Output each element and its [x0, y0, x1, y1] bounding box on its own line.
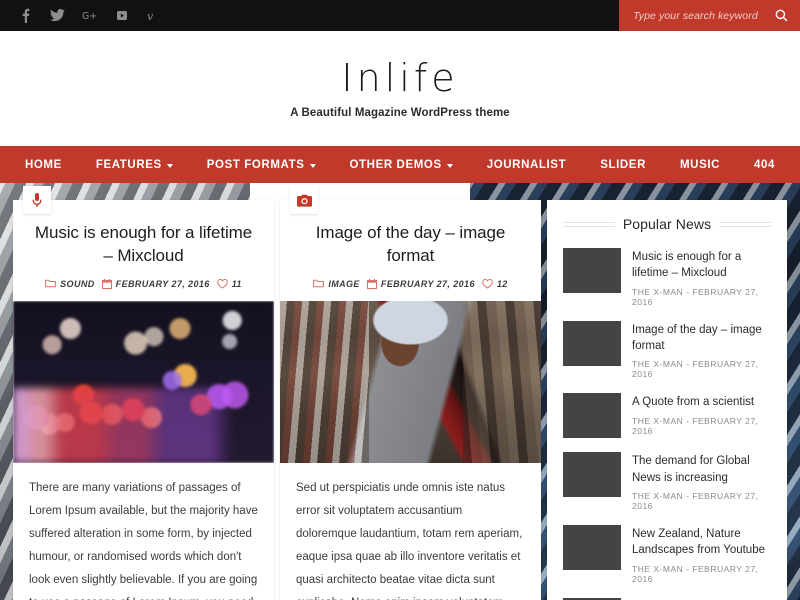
list-item-meta: THE X-MAN - FEBRUARY 27, 2016 [632, 286, 759, 307]
post-meta: IMAGE FEBRUARY 27, 2016 12 [280, 268, 541, 301]
list-item-title[interactable]: A Quote from a scientist [632, 394, 771, 410]
sidebar: Popular News Music is enough for a lifet… [547, 200, 787, 600]
post-column-2: Image of the day – image format IMAGE FE… [280, 186, 541, 600]
guitarist-image [280, 300, 541, 463]
list-item-meta: THE X-MAN - FEBRUARY 27, 2016 [632, 490, 759, 511]
thumbnail [563, 452, 621, 498]
nav-item-journalist[interactable]: JOURNALIST [470, 159, 583, 171]
list-item-title[interactable]: Image of the day – image format [632, 322, 771, 355]
thumbnail [563, 393, 621, 439]
night-city-bokeh-image [13, 300, 274, 463]
site-tagline: A Beautiful Magazine WordPress theme [290, 106, 510, 119]
list-item-title[interactable]: New Zealand, Nature Landscapes from Yout… [632, 526, 771, 559]
list-item[interactable]: New Zealand, Nature Landscapes from Yout… [563, 524, 771, 584]
post-date: FEBRUARY 27, 2016 [366, 278, 475, 289]
post-likes-count: 12 [496, 278, 508, 289]
svg-text:G+: G+ [82, 11, 97, 21]
post-date: FEBRUARY 27, 2016 [101, 278, 210, 289]
post-card[interactable]: Image of the day – image format IMAGE FE… [280, 186, 541, 600]
list-item[interactable]: The demand for Global News is increasing… [563, 452, 771, 511]
thumbnail [563, 320, 621, 366]
post-image[interactable] [280, 300, 541, 463]
post-category[interactable]: SOUND [45, 279, 95, 289]
nav-item-features[interactable]: FEATURES [79, 159, 190, 171]
widget-header: Popular News [563, 216, 772, 232]
nav-label: FEATURES [95, 158, 162, 171]
chevron-down-icon [166, 163, 173, 168]
widget-title: Popular News [622, 216, 712, 232]
divider-left [563, 221, 615, 227]
nav-item-other-demos[interactable]: OTHER DEMOS [333, 159, 470, 171]
nav-label: MUSIC [679, 158, 721, 171]
heart-icon [216, 278, 228, 289]
post-likes[interactable]: 11 [216, 278, 242, 289]
thumbnail [563, 524, 621, 570]
list-item-meta: THE X-MAN - FEBRUARY 27, 2016 [632, 563, 759, 584]
youtube-icon[interactable] [114, 8, 129, 23]
main-navigation: HOME FEATURES POST FORMATS OTHER DEMOS J… [0, 146, 800, 183]
social-links: G+ v [0, 8, 161, 23]
list-item[interactable]: Image of the day – image format THE X-MA… [563, 320, 771, 380]
post-title[interactable]: Image of the day – image format [280, 200, 541, 268]
folder-icon [45, 280, 57, 288]
nav-label: OTHER DEMOS [349, 158, 442, 171]
popular-news-widget: Popular News Music is enough for a lifet… [547, 200, 787, 600]
list-item[interactable]: Music is enough for a lifetime – Mixclou… [563, 248, 771, 307]
post-excerpt: Sed ut perspiciatis unde omnis iste natu… [296, 481, 523, 600]
svg-text:v: v [147, 10, 154, 22]
calendar-icon [366, 278, 377, 289]
post-likes[interactable]: 12 [482, 279, 508, 289]
page-root: G+ v Inlife A Beautiful Magazine WordPre… [0, 0, 800, 600]
camera-icon [290, 186, 318, 214]
post-card[interactable]: Music is enough for a lifetime – Mixclou… [13, 186, 274, 600]
chevron-down-icon [309, 163, 316, 168]
search-input[interactable] [633, 9, 775, 22]
post-category-label: SOUND [60, 278, 95, 289]
content-area: Music is enough for a lifetime – Mixclou… [0, 178, 800, 600]
post-meta: SOUND FEBRUARY 27, 2016 11 [13, 268, 274, 301]
chevron-down-icon [446, 163, 453, 168]
nav-label: POST FORMATS [206, 158, 305, 171]
post-date-label: FEBRUARY 27, 2016 [115, 278, 210, 289]
nav-label: HOME [24, 158, 62, 171]
top-bar: G+ v [0, 0, 800, 31]
post-image[interactable] [13, 300, 274, 463]
nav-item-slider[interactable]: SLIDER [583, 159, 663, 171]
microphone-icon [23, 186, 51, 214]
post-category[interactable]: IMAGE [313, 279, 360, 289]
nav-item-music[interactable]: MUSIC [663, 159, 737, 171]
nav-item-post-formats[interactable]: POST FORMATS [190, 159, 333, 171]
nav-label: SLIDER [600, 158, 646, 171]
post-date-label: FEBRUARY 27, 2016 [380, 278, 475, 289]
list-item-title[interactable]: The demand for Global News is increasing [632, 453, 771, 486]
list-item[interactable]: A Quote from a scientist THE X-MAN - FEB… [563, 393, 771, 439]
thumbnail [563, 248, 621, 293]
vimeo-icon[interactable]: v [146, 8, 161, 23]
heart-icon [482, 278, 493, 289]
nav-label: JOURNALIST [486, 158, 567, 171]
divider-right [719, 221, 772, 227]
post-likes-count: 11 [231, 278, 242, 289]
site-header: Inlife A Beautiful Magazine WordPress th… [0, 31, 800, 146]
post-category-label: IMAGE [328, 278, 360, 289]
site-logo[interactable]: Inlife [341, 59, 458, 97]
list-item-title[interactable]: Music is enough for a lifetime – Mixclou… [632, 249, 771, 282]
calendar-icon [101, 278, 112, 289]
nav-label: 404 [754, 158, 776, 171]
folder-icon [313, 280, 325, 288]
list-item-meta: THE X-MAN - FEBRUARY 27, 2016 [632, 415, 759, 436]
google-plus-icon[interactable]: G+ [82, 8, 97, 23]
nav-item-home[interactable]: HOME [8, 159, 79, 171]
list-item-meta: THE X-MAN - FEBRUARY 27, 2016 [632, 359, 759, 380]
post-excerpt: There are many variations of passages of… [29, 481, 258, 600]
twitter-icon[interactable] [50, 8, 65, 23]
nav-item-404[interactable]: 404 [737, 159, 792, 171]
search-icon[interactable] [775, 9, 788, 22]
search-box[interactable] [619, 0, 800, 31]
post-title[interactable]: Music is enough for a lifetime – Mixclou… [13, 200, 274, 268]
post-column-1: Music is enough for a lifetime – Mixclou… [13, 186, 274, 600]
facebook-icon[interactable] [18, 8, 33, 23]
